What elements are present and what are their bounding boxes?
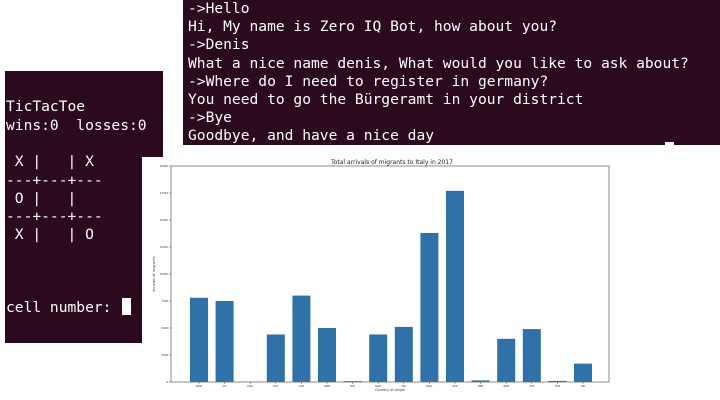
board-row: X | | O <box>6 226 94 243</box>
x-tick-label: IRQ <box>350 384 355 388</box>
bar <box>394 326 413 382</box>
bar <box>522 329 541 382</box>
bar <box>318 328 336 382</box>
x-tick-label: BGD <box>196 384 202 388</box>
x-tick-label: SDN <box>503 384 509 388</box>
bar <box>190 297 208 382</box>
x-tick-label: LBY <box>581 384 586 388</box>
y-axis-label: Arrivals of migrants <box>152 256 156 291</box>
tictactoe-terminal[interactable]: TicTacToe wins:0 losses:0 X | | X ---+--… <box>5 71 163 343</box>
chat-line: ->Where do I need to register in germany… <box>188 72 549 90</box>
prompt-label: cell number: <box>6 299 121 316</box>
bar-chart: Total arrivals of migrants to Italy in 2… <box>152 159 610 392</box>
x-axis-label: Country of origin <box>375 388 405 392</box>
chat-line: ->Denis <box>188 36 250 54</box>
x-tick-label: NGA <box>427 384 433 388</box>
y-tick-label: 10000 <box>160 272 169 276</box>
y-tick-label: 2500 <box>161 353 168 357</box>
cell-number-prompt[interactable]: cell number: <box>6 298 132 316</box>
bar <box>215 301 234 382</box>
bar <box>446 190 464 382</box>
score-line: wins:0 losses:0 <box>6 117 147 134</box>
bar <box>548 380 567 382</box>
chat-line: You need to go the Bürgeramt in your dis… <box>188 90 584 108</box>
chat-line: Hi, My name is Zero IQ Bot, how about yo… <box>188 18 558 36</box>
bar <box>574 363 592 382</box>
board-separator: ---+---+--- <box>6 172 103 189</box>
bar <box>292 295 311 382</box>
x-tick-label: CIV <box>222 384 227 388</box>
y-tick-label: 7500 <box>161 299 168 303</box>
text-cursor <box>665 142 674 145</box>
plot-frame <box>170 165 610 383</box>
x-tick-label: SEN <box>478 384 483 388</box>
x-tick-label: GIN <box>299 384 304 388</box>
bar <box>369 334 388 382</box>
block-cursor <box>122 298 132 315</box>
y-tick-label: 0 <box>166 380 168 384</box>
chart-window: Total arrivals of migrants to Italy in 2… <box>142 157 618 400</box>
chat-line: What a nice name denis, What would you l… <box>188 54 689 72</box>
y-tick-label: 12500 <box>160 245 169 249</box>
board-separator: ---+---+--- <box>6 208 103 225</box>
chat-line: ->Bye <box>188 109 232 127</box>
y-tick-label: 17500 <box>160 191 169 195</box>
x-tick-label: GMB <box>324 384 330 388</box>
y-tick-label: 20000 <box>160 164 169 168</box>
chat-line: Goodbye, and have a nice day <box>188 127 435 145</box>
chart-title: Total arrivals of migrants to Italy in 2… <box>330 159 453 166</box>
y-tick-label: 5000 <box>161 326 168 330</box>
board-row: O | | <box>6 190 77 207</box>
x-tick-label: PAK <box>453 384 458 388</box>
board-row: X | | X <box>6 153 94 170</box>
bar <box>497 338 516 382</box>
y-tick-label: 15000 <box>160 218 169 222</box>
x-tick-label: DZA <box>247 384 253 388</box>
game-title: TicTacToe <box>6 98 86 115</box>
x-tick-label: SYR <box>529 384 534 388</box>
x-tick-label: EGY <box>273 384 279 388</box>
bar <box>266 334 285 382</box>
bar <box>471 380 490 382</box>
chat-line: ->Hello <box>188 0 250 17</box>
bar <box>343 381 362 382</box>
x-tick-label: TUN <box>555 384 560 388</box>
bar <box>420 232 439 382</box>
chat-terminal[interactable]: ->Hello Hi, My name is Zero IQ Bot, how … <box>183 0 720 145</box>
